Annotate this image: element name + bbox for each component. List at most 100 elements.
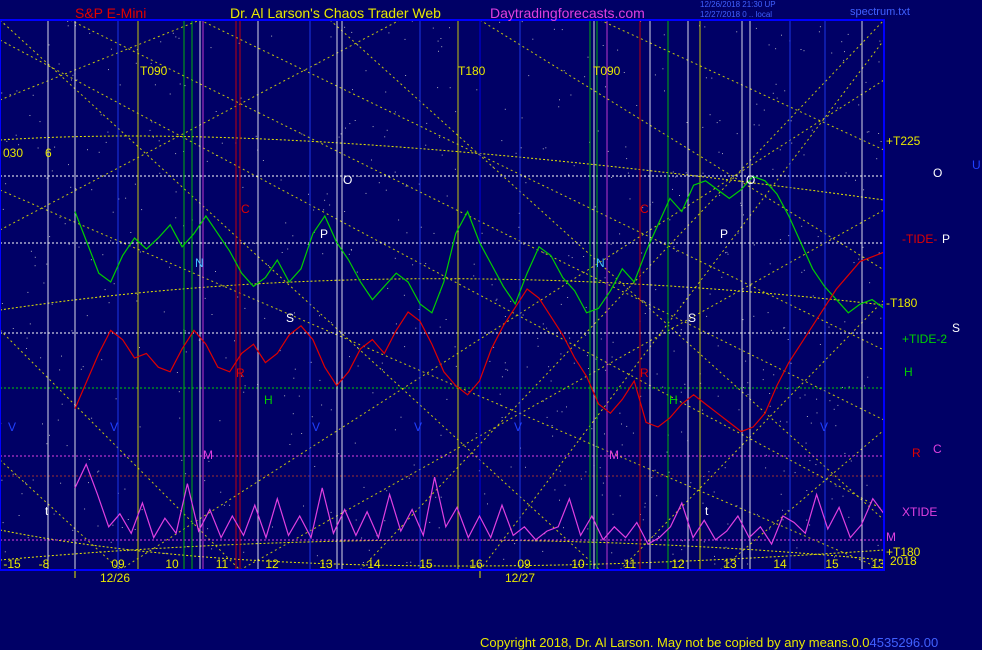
star-dot xyxy=(330,409,332,411)
star-dot xyxy=(663,34,665,36)
star-dot xyxy=(108,302,110,304)
star-dot xyxy=(112,211,114,213)
right-label: -T180 xyxy=(886,296,918,310)
star-dot xyxy=(121,527,123,528)
star-dot xyxy=(619,495,621,497)
star-dot xyxy=(762,369,764,371)
star-dot xyxy=(293,377,295,379)
x-tick-label: 14 xyxy=(773,557,787,571)
star-dot xyxy=(830,238,832,240)
star-dot xyxy=(59,217,61,219)
star-dot xyxy=(365,192,367,194)
star-dot xyxy=(704,26,706,28)
star-dot xyxy=(636,105,638,106)
star-dot xyxy=(505,368,507,370)
star-dot xyxy=(623,72,625,73)
star-dot xyxy=(321,404,323,406)
star-dot xyxy=(51,303,53,305)
star-dot xyxy=(294,312,295,314)
star-dot xyxy=(526,366,528,368)
site-link[interactable]: Daytradingforecasts.com xyxy=(490,5,645,21)
star-dot xyxy=(831,52,833,54)
star-dot xyxy=(426,122,428,124)
star-dot xyxy=(330,511,332,513)
star-dot xyxy=(405,185,407,187)
star-dot xyxy=(651,477,653,479)
star-dot xyxy=(72,74,74,76)
star-dot xyxy=(438,527,440,529)
star-dot xyxy=(438,50,439,52)
star-dot xyxy=(27,291,29,293)
star-dot xyxy=(408,477,410,479)
star-dot xyxy=(358,176,360,177)
star-dot xyxy=(780,493,782,495)
star-dot xyxy=(476,89,478,91)
star-dot xyxy=(672,171,674,173)
star-dot xyxy=(863,385,865,387)
star-dot xyxy=(680,391,682,393)
star-dot xyxy=(632,432,634,434)
star-dot xyxy=(770,329,772,331)
x-tick-label: 14 xyxy=(367,557,381,571)
star-dot xyxy=(48,44,50,46)
star-dot xyxy=(316,63,318,65)
planet-label: C xyxy=(241,202,250,216)
star-dot xyxy=(26,337,28,339)
star-dot xyxy=(654,469,656,471)
star-dot xyxy=(404,346,406,348)
star-dot xyxy=(406,232,408,234)
star-dot xyxy=(398,219,400,221)
star-dot xyxy=(357,365,359,367)
star-dot xyxy=(215,111,217,112)
star-dot xyxy=(607,150,609,152)
star-dot xyxy=(98,151,100,153)
star-dot xyxy=(169,266,171,268)
left-level-label: 030 xyxy=(3,146,23,160)
chart-background xyxy=(0,0,982,650)
star-dot xyxy=(323,209,325,211)
star-dot xyxy=(244,307,246,309)
star-dot xyxy=(587,56,589,58)
star-dot xyxy=(553,28,555,30)
star-dot xyxy=(176,372,178,373)
star-dot xyxy=(356,271,358,273)
star-dot xyxy=(413,464,415,466)
star-dot xyxy=(234,340,235,342)
star-dot xyxy=(563,527,564,529)
star-dot xyxy=(291,433,293,435)
star-dot xyxy=(816,398,818,400)
star-dot xyxy=(545,147,547,149)
star-dot xyxy=(584,76,586,78)
star-dot xyxy=(435,496,437,498)
star-dot xyxy=(324,199,326,201)
right-label: +TIDE-2 xyxy=(902,332,947,346)
star-dot xyxy=(567,297,569,298)
star-dot xyxy=(91,417,93,419)
star-dot xyxy=(319,315,320,317)
star-dot xyxy=(719,194,721,196)
right-label: O xyxy=(933,166,942,180)
x-tick-label: 16 xyxy=(469,557,483,571)
star-dot xyxy=(84,508,86,510)
left-tick-label: -15 xyxy=(3,557,21,571)
star-dot xyxy=(583,256,585,257)
star-dot xyxy=(368,549,370,551)
star-dot xyxy=(753,124,755,126)
star-dot xyxy=(501,417,503,418)
star-dot xyxy=(806,519,808,521)
star-dot xyxy=(445,319,447,320)
star-dot xyxy=(104,289,106,291)
star-dot xyxy=(742,319,744,321)
star-dot xyxy=(644,502,646,504)
star-dot xyxy=(344,211,346,212)
star-dot xyxy=(644,313,646,314)
star-dot xyxy=(702,126,704,128)
star-dot xyxy=(349,123,351,125)
star-dot xyxy=(844,321,846,323)
star-dot xyxy=(97,471,99,473)
star-dot xyxy=(172,32,174,34)
star-dot xyxy=(525,182,527,184)
star-dot xyxy=(597,130,599,132)
star-dot xyxy=(528,75,530,77)
right-label: +T225 xyxy=(886,134,921,148)
